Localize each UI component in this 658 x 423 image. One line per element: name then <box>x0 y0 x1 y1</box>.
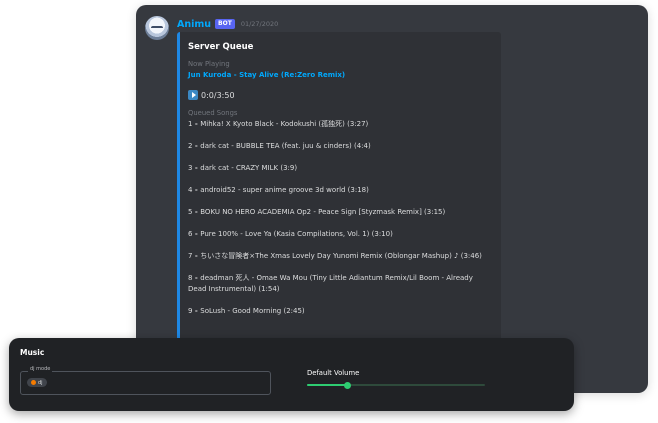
message-timestamp: 01/27/2020 <box>240 20 279 28</box>
queue-item: 6 - Pure 100% - Love Ya (Kasia Compilati… <box>188 229 493 240</box>
queue-item-title: ちいさな冒険者×The Xmas Lovely Day Yunomi Remix… <box>200 252 482 260</box>
queue-item: 8 - deadman 死人 - Omae Wa Mou (Tiny Littl… <box>188 273 493 294</box>
progress-row: 0:0/3:50 <box>188 90 493 100</box>
queued-songs-label: Queued Songs <box>188 109 238 117</box>
queue-item: 2 - dark cat - BUBBLE TEA (feat. juu & c… <box>188 141 493 152</box>
queue-item-title: deadman 死人 - Omae Wa Mou (Tiny Little Ad… <box>188 274 473 293</box>
dj-mode-chip[interactable]: dj <box>27 378 47 387</box>
bot-tag-badge: BOT <box>215 19 235 29</box>
queue-item-title: Mihka! X Kyoto Black - Kodokushi (孤独死) (… <box>200 120 369 128</box>
dj-mode-label: dj mode <box>28 366 53 372</box>
queue-item-title: SoLush - Good Morning (2:45) <box>200 306 305 315</box>
bot-avatar[interactable] <box>145 16 169 40</box>
queue-item: 1 - Mihka! X Kyoto Black - Kodokushi (孤独… <box>188 119 493 130</box>
progress-text: 0:0/3:50 <box>201 90 235 100</box>
queue-item: 5 - BOKU NO HERO ACADEMIA Op2 - Peace Si… <box>188 207 493 218</box>
music-panel-title: Music <box>20 348 45 357</box>
volume-slider[interactable] <box>307 381 485 389</box>
bot-username[interactable]: Animu <box>177 19 211 30</box>
dj-mode-chip-label: dj <box>38 379 43 386</box>
queue-item: 7 - ちいさな冒険者×The Xmas Lovely Day Yunomi R… <box>188 251 493 262</box>
play-icon <box>188 90 198 100</box>
message-header: Animu BOT 01/27/2020 <box>177 18 278 30</box>
queue-item: 4 - android52 - super anime groove 3d wo… <box>188 185 493 196</box>
volume-slider-fill <box>307 384 348 386</box>
queue-item-title: android52 - super anime groove 3d world … <box>200 186 369 194</box>
queue-item-title: BOKU NO HERO ACADEMIA Op2 - Peace Sign [… <box>200 208 446 216</box>
queue-item-title: dark cat - BUBBLE TEA (feat. juu & cinde… <box>200 142 371 150</box>
queue-item-title: dark cat - CRAZY MILK (3:9) <box>200 164 298 172</box>
queue-item: 3 - dark cat - CRAZY MILK (3:9) <box>188 163 493 174</box>
queue-item: 9 - SoLush - Good Morning (2:45) <box>188 306 493 317</box>
now-playing-track-link[interactable]: Jun Kuroda - Stay Alive (Re:Zero Remix) <box>188 71 493 79</box>
embed-title: Server Queue <box>188 42 254 52</box>
status-dot-icon <box>31 380 36 385</box>
now-playing-label: Now Playing <box>188 60 230 68</box>
default-volume-label: Default Volume <box>307 369 360 377</box>
queue-list: 1 - Mihka! X Kyoto Black - Kodokushi (孤独… <box>188 119 493 316</box>
music-settings-panel: Music dj mode dj Default Volume <box>9 338 574 411</box>
dj-mode-field[interactable]: dj mode dj <box>20 366 271 395</box>
chat-window: Animu BOT 01/27/2020 Server Queue Now Pl… <box>136 5 648 393</box>
volume-slider-thumb[interactable] <box>344 381 352 389</box>
queue-item-title: Pure 100% - Love Ya (Kasia Compilations,… <box>200 230 393 238</box>
